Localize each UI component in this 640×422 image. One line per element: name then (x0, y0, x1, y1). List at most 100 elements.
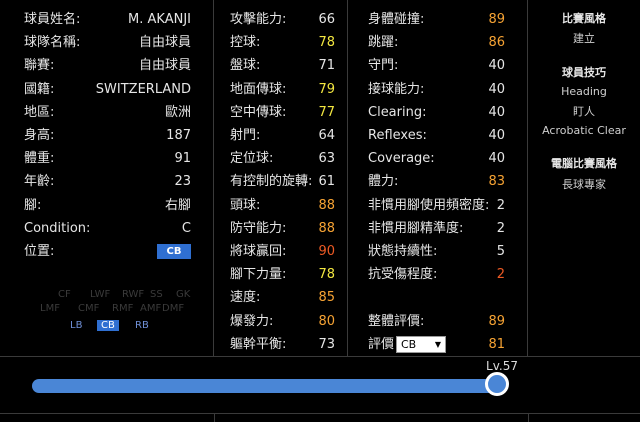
profile-field-row: 地區: 歐洲 (0, 101, 213, 124)
stat-row: 爆發力: 80 (214, 310, 347, 333)
position-map-cb[interactable]: CB (97, 320, 119, 331)
overall-rating-label: 整體評價: (368, 313, 425, 329)
player-skills-title: 球員技巧 (562, 66, 606, 79)
overall-rating-value: 89 (488, 313, 505, 329)
side-column: 比賽風格 建立 球員技巧 Heading 盯人 Acrobatic Clear … (528, 0, 640, 356)
stat-value: 80 (318, 313, 335, 329)
stat-label: Reflexes: (368, 128, 427, 143)
profile-field-row: 年齡: 23 (0, 170, 213, 193)
position-select[interactable]: CB ▼ (396, 335, 446, 353)
position-map-ghost: RMF (112, 303, 134, 314)
stat-label: 軀幹平衡: (230, 336, 287, 352)
stat-label: 控球: (230, 35, 261, 51)
profile-field-row: 球隊名稱: 自由球員 (0, 31, 213, 54)
stat-value: 85 (318, 290, 335, 306)
profile-field-value: 91 (174, 151, 191, 167)
profile-field-label: 年齡: (24, 174, 55, 190)
profile-field-label: Condition: (24, 220, 91, 236)
stat-row: 空中傳球: 77 (214, 101, 347, 124)
position-map-ghost: RWF (122, 289, 145, 300)
position-map-lb[interactable]: LB (70, 320, 82, 331)
stat-label: 非慣用腳精準度: (368, 220, 464, 236)
profile-field-label: 地區: (24, 104, 55, 120)
position-map-ghost: DMF (162, 303, 185, 314)
level-slider-thumb[interactable] (485, 372, 509, 396)
stat-label: 體力: (368, 174, 399, 190)
stat-value: 90 (318, 244, 335, 259)
stat-value: 83 (488, 174, 505, 190)
position-map-rb[interactable]: RB (135, 320, 149, 331)
stat-row: 控球: 78 (214, 31, 347, 54)
com-style-section: 電腦比賽風格 長球專家 (528, 155, 640, 192)
position-map-ghost: GK (176, 289, 191, 300)
stat-value: 2 (496, 267, 505, 283)
chevron-down-icon: ▼ (434, 339, 441, 349)
profile-field-label: 腳: (24, 197, 42, 213)
rating-row: 評價 CB ▼ 81 (348, 333, 527, 356)
stat-value: 63 (318, 151, 335, 167)
profile-field-row: 體重: 91 (0, 147, 213, 170)
stat-value: 40 (488, 128, 505, 143)
stat-row: 攻擊能力: 66 (214, 8, 347, 31)
stat-row: 防守能力: 88 (214, 217, 347, 240)
stat-value: 40 (488, 151, 505, 167)
player-skill-item: Acrobatic Clear (542, 124, 626, 137)
level-label: Lv.57 (486, 359, 518, 373)
profile-field-value: 自由球員 (138, 35, 191, 51)
stat-value: 86 (488, 35, 505, 51)
stat-label: 盤球: (230, 58, 261, 74)
profile-field-row: 腳: 右腳 (0, 194, 213, 217)
profile-field-value: 歐洲 (164, 104, 191, 120)
stat-row: Reflexes: 40 (348, 124, 527, 147)
profile-field-row: 位置: CB (0, 240, 213, 263)
divider (528, 414, 529, 422)
divider (0, 413, 640, 414)
profile-field-label: 球隊名稱: (24, 35, 81, 51)
stat-value: 88 (318, 220, 335, 236)
position-map-ghost: CF (58, 289, 71, 300)
profile-field-value: 23 (174, 174, 191, 190)
profile-field-value: 187 (166, 128, 191, 143)
stat-label: 非慣用腳使用頻密度: (368, 197, 490, 213)
stat-label: 頭球: (230, 197, 261, 213)
stat-value: 89 (488, 12, 505, 27)
stat-value: 66 (318, 12, 335, 27)
stat-row: 地面傳球: 79 (214, 78, 347, 101)
profile-field-label: 國籍: (24, 81, 55, 97)
profile-field-label: 位置: (24, 244, 55, 259)
profile-field-row: 國籍: SWITZERLAND (0, 78, 213, 101)
stat-row: 跳躍: 86 (348, 31, 527, 54)
stat-value: 40 (488, 104, 505, 120)
profile-field-label: 身高: (24, 128, 55, 143)
stat-label: 將球贏回: (230, 244, 287, 259)
stat-value: 2 (496, 220, 505, 236)
profile-field-value: SWITZERLAND (95, 81, 191, 97)
stat-label: 空中傳球: (230, 104, 287, 120)
stat-value: 2 (496, 197, 505, 213)
stats-column-1: 攻擊能力: 66 控球: 78 盤球: 71 地面傳球: 79 空中傳球: 77 射門: 64 定位球:… (214, 0, 348, 356)
stat-value: 64 (318, 128, 335, 143)
stat-value: 79 (318, 81, 335, 97)
profile-field-row: 聯賽: 自由球員 (0, 54, 213, 77)
stat-row: 身體碰撞: 89 (348, 8, 527, 31)
stat-label: 定位球: (230, 151, 274, 167)
stat-row: 非慣用腳精準度: 2 (348, 217, 527, 240)
stat-label: Clearing: (368, 104, 427, 120)
stat-value: 73 (318, 336, 335, 352)
stat-value: 61 (318, 174, 335, 190)
profile-field-value: 自由球員 (138, 58, 191, 74)
stat-label: 抗受傷程度: (368, 267, 438, 283)
position-select-value: CB (401, 337, 417, 351)
play-style-section: 比賽風格 建立 (528, 10, 640, 46)
stat-label: 守門: (368, 58, 399, 74)
stat-label: 地面傳球: (230, 81, 287, 97)
position-badge: CB (157, 244, 191, 259)
profile-field-row: 身高: 187 (0, 124, 213, 147)
profile-field-label: 聯賽: (24, 58, 55, 74)
level-slider-track[interactable] (32, 379, 502, 393)
position-map-ghost: CMF (78, 303, 100, 314)
com-style-title: 電腦比賽風格 (551, 157, 617, 170)
profile-field-label: 體重: (24, 151, 55, 167)
play-style-item: 建立 (573, 32, 595, 45)
player-skill-item: Heading (561, 85, 607, 98)
